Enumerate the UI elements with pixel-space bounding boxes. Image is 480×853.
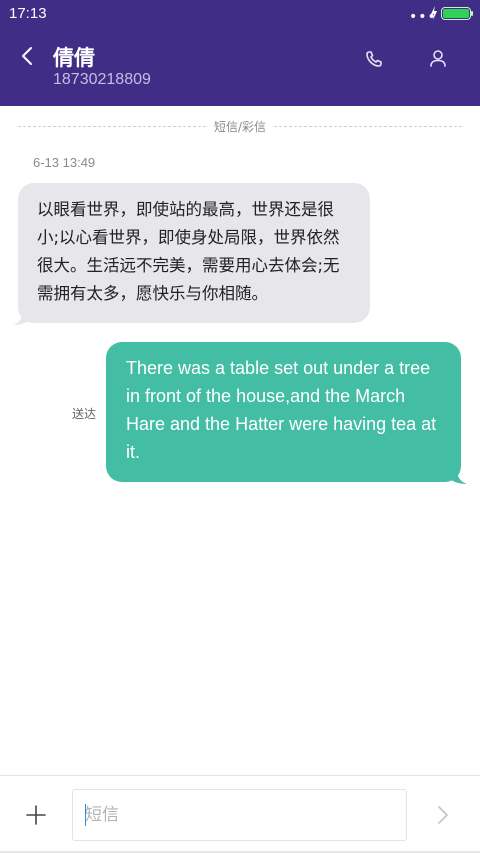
incoming-message-bubble[interactable]: 以眼看世界，即使站的最高，世界还是很 小;以心看世界，即使身处局限，世界依然 很… [13, 183, 370, 325]
phone-icon[interactable] [360, 45, 388, 73]
message-line: 以眼看世界，即使站的最高，世界还是很 [37, 200, 334, 219]
message-line: it. [126, 442, 141, 462]
status-bar: 17:13 ••• [0, 0, 480, 30]
contact-name[interactable]: 倩倩 [53, 42, 95, 72]
message-line: 需拥有太多，愿快乐与你相随。 [37, 284, 268, 303]
message-timestamp: 6-13 13:49 [33, 155, 96, 170]
conversation-header: 倩倩 18730218809 [0, 30, 480, 106]
message-line: There was a table set out under a tree [126, 358, 431, 378]
status-time: 17:13 [9, 5, 47, 22]
person-icon[interactable] [424, 45, 452, 73]
delivery-status: 送达 [72, 407, 97, 421]
chevron-right-icon[interactable] [430, 803, 454, 827]
message-line: 小;以心看世界，即使身处局限，世界依然 [37, 228, 340, 247]
bubble-tail [449, 472, 467, 484]
message-type-divider: 短信/彩信 [0, 118, 480, 136]
plus-icon[interactable] [24, 803, 48, 827]
bubble-tail [13, 313, 31, 325]
composer-bar [0, 775, 480, 853]
outgoing-message-bubble[interactable]: There was a table set out under a tree i… [106, 342, 467, 484]
charging-bolt-icon [431, 6, 437, 20]
message-line: Hare and the Hatter were having tea at [126, 414, 437, 434]
battery-level [443, 9, 469, 18]
message-line: 很大。生活远不完美，需要用心去体会;无 [37, 256, 340, 275]
chevron-left-icon[interactable] [14, 42, 42, 70]
message-input[interactable] [72, 789, 407, 841]
message-line: in front of the house,and the March [126, 386, 406, 406]
contact-number: 18730218809 [53, 71, 151, 88]
text-cursor [85, 804, 86, 826]
battery-icon [441, 7, 473, 20]
